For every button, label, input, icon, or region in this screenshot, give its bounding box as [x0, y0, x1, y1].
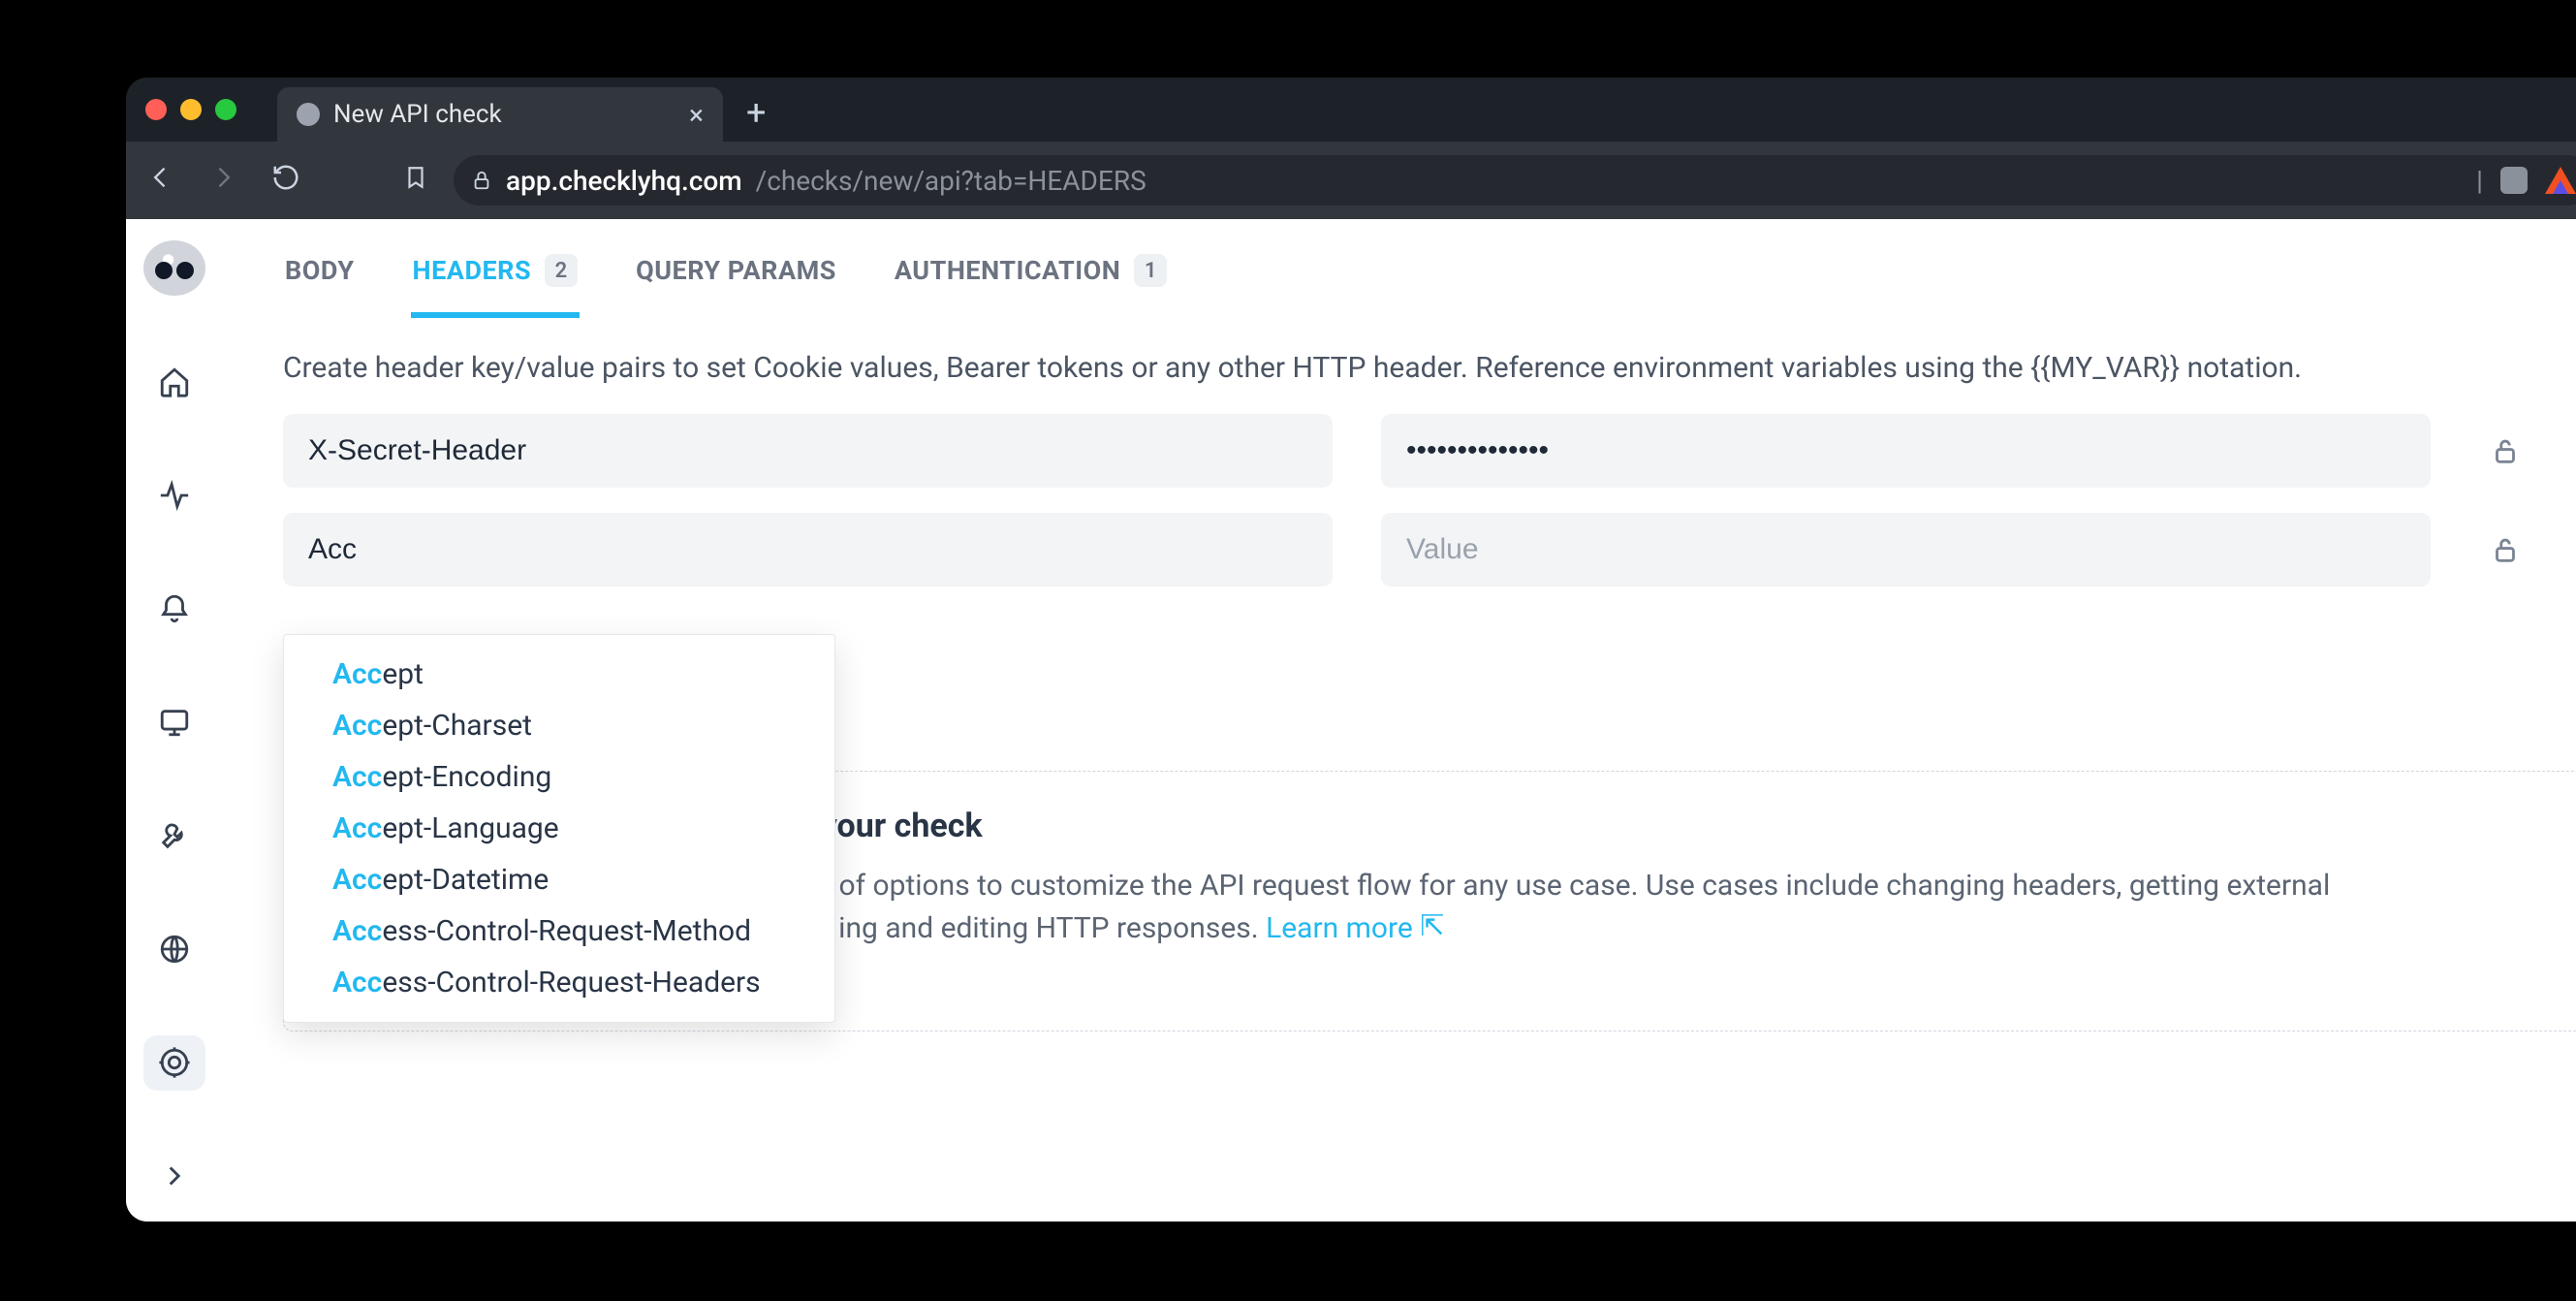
tab-body[interactable]: BODY: [283, 237, 357, 318]
autocomplete-option[interactable]: Accept-Charset: [284, 700, 834, 751]
header-key-input[interactable]: [283, 513, 1333, 587]
autocomplete-option[interactable]: Accept-Datetime: [284, 854, 834, 905]
autocomplete-dropdown: AcceptAccept-CharsetAccept-EncodingAccep…: [283, 634, 835, 1023]
browser-tab[interactable]: New API check ×: [277, 87, 723, 142]
titlebar: New API check × +: [126, 78, 2576, 142]
sidebar-collapse-button[interactable]: [143, 1149, 205, 1204]
tab-label: BODY: [285, 255, 355, 286]
browser-toolbar: app.checklyhq.com /checks/new/api?tab=HE…: [126, 142, 2576, 219]
header-row: [283, 414, 2576, 488]
learn-more-link[interactable]: Learn more ⇱: [1266, 911, 1444, 945]
tab-label: HEADERS: [413, 255, 532, 286]
close-window-button[interactable]: [145, 99, 167, 120]
close-tab-button[interactable]: ×: [689, 99, 704, 131]
tab-title: New API check: [333, 100, 675, 129]
sidebar-item-home[interactable]: [143, 354, 205, 409]
tab-label: QUERY PARAMS: [636, 255, 836, 286]
external-link-icon: ⇱: [1420, 905, 1444, 948]
brave-rewards-icon[interactable]: [2545, 167, 2576, 194]
header-row: [283, 513, 2576, 587]
help-text: Create header key/value pairs to set Coo…: [283, 351, 2576, 385]
tab-query-params[interactable]: QUERY PARAMS: [634, 237, 838, 318]
tab-authentication[interactable]: AUTHENTICATION 1: [893, 237, 1169, 318]
tab-headers[interactable]: HEADERS 2: [411, 237, 581, 318]
new-tab-button[interactable]: +: [737, 92, 775, 133]
content: BODY HEADERS 2 QUERY PARAMS AUTHENTICATI…: [223, 219, 2576, 1222]
brave-shields-icon[interactable]: [2500, 167, 2528, 194]
lock-header-button[interactable]: [2479, 524, 2531, 576]
sidebar-item-alerts[interactable]: [143, 581, 205, 636]
sidebar-item-dashboards[interactable]: [143, 694, 205, 749]
address-bar[interactable]: app.checklyhq.com /checks/new/api?tab=HE…: [454, 155, 2576, 206]
sidebar-item-global[interactable]: [143, 922, 205, 977]
traffic-lights: [145, 99, 236, 120]
autocomplete-option[interactable]: Accept: [284, 649, 834, 700]
forward-button[interactable]: [209, 164, 236, 198]
reload-button[interactable]: [271, 163, 300, 199]
tab-badge: 1: [1134, 254, 1167, 287]
app: BODY HEADERS 2 QUERY PARAMS AUTHENTICATI…: [126, 219, 2576, 1222]
browser-window: New API check × + app.checklyhq.com /che…: [126, 78, 2576, 1222]
bookmark-button[interactable]: [403, 165, 428, 197]
sidebar-item-activity[interactable]: [143, 467, 205, 523]
url-host: app.checklyhq.com: [506, 165, 742, 197]
header-value-input[interactable]: [1381, 414, 2431, 488]
sidebar: [126, 219, 223, 1222]
checkly-logo[interactable]: [143, 240, 205, 296]
autocomplete-option[interactable]: Accept-Language: [284, 803, 834, 854]
lock-icon: [471, 170, 492, 191]
autocomplete-option[interactable]: Access-Control-Request-Method: [284, 905, 834, 957]
autocomplete-option[interactable]: Accept-Encoding: [284, 751, 834, 803]
sidebar-item-target[interactable]: [143, 1035, 205, 1091]
header-key-input[interactable]: [283, 414, 1333, 488]
header-value-input[interactable]: [1381, 513, 2431, 587]
back-button[interactable]: [147, 164, 174, 198]
autocomplete-option[interactable]: Access-Control-Request-Headers: [284, 957, 834, 1008]
tab-label: AUTHENTICATION: [895, 255, 1120, 286]
sidebar-item-maintenance[interactable]: [143, 809, 205, 864]
header-rows: [283, 414, 2576, 587]
url-path: /checks/new/api?tab=HEADERS: [756, 165, 1147, 197]
request-tabs: BODY HEADERS 2 QUERY PARAMS AUTHENTICATI…: [283, 237, 2576, 318]
tab-badge: 2: [545, 254, 578, 287]
tab-favicon: [297, 103, 320, 126]
maximize-window-button[interactable]: [215, 99, 236, 120]
lock-header-button[interactable]: [2479, 425, 2531, 477]
minimize-window-button[interactable]: [180, 99, 202, 120]
